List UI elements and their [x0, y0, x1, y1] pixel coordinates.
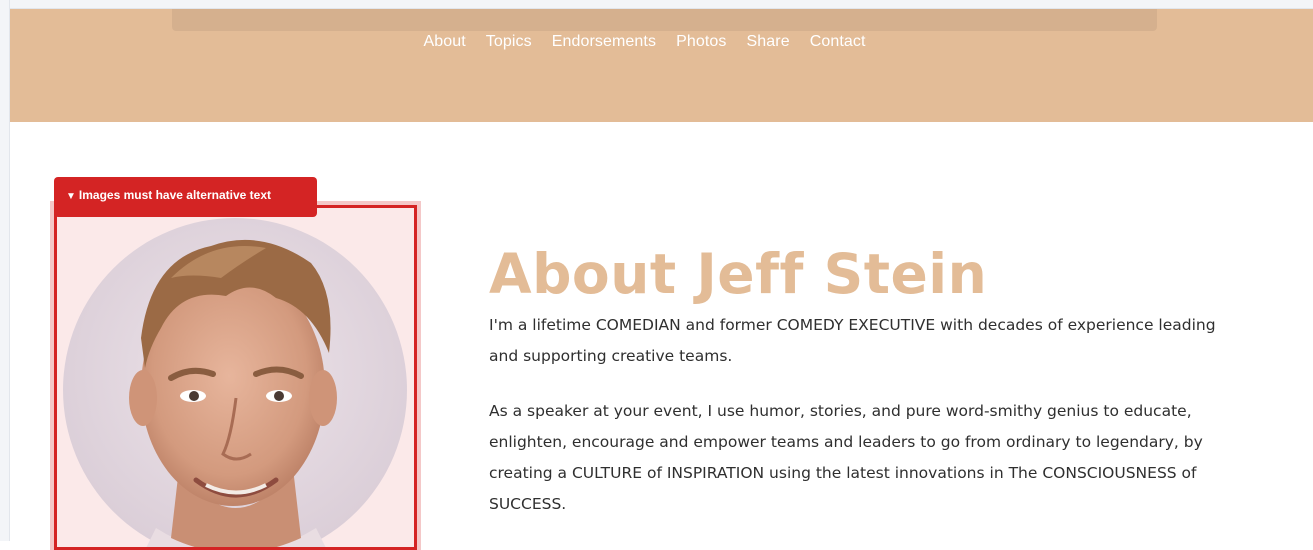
- alert-text: Images must have alternative text: [78, 188, 271, 202]
- nav-share[interactable]: Share: [747, 33, 790, 51]
- nav-contact[interactable]: Contact: [810, 33, 866, 51]
- portrait-image-frame[interactable]: [50, 201, 421, 550]
- site-header: About Topics Endorsements Photos Share C…: [10, 9, 1313, 122]
- about-paragraph-2: As a speaker at your event, I use humor,…: [489, 402, 1203, 513]
- browser-frame-top: [0, 0, 1313, 9]
- nav-photos[interactable]: Photos: [676, 33, 726, 51]
- about-paragraph-1: I'm a lifetime COMEDIAN and former COMED…: [489, 316, 1216, 365]
- nav-topics[interactable]: Topics: [486, 33, 532, 51]
- page-title: About Jeff Stein: [489, 241, 988, 306]
- browser-frame-left: [0, 0, 10, 541]
- header-overlay: [172, 9, 1157, 31]
- nav-about[interactable]: About: [423, 33, 465, 51]
- portrait-image: [63, 218, 407, 547]
- nav-endorsements[interactable]: Endorsements: [552, 33, 656, 51]
- accessibility-alert-badge[interactable]: ▼ Images must have alternative text: [54, 177, 317, 217]
- main-nav: About Topics Endorsements Photos Share C…: [10, 33, 1313, 51]
- triangle-down-icon: ▼: [66, 191, 76, 202]
